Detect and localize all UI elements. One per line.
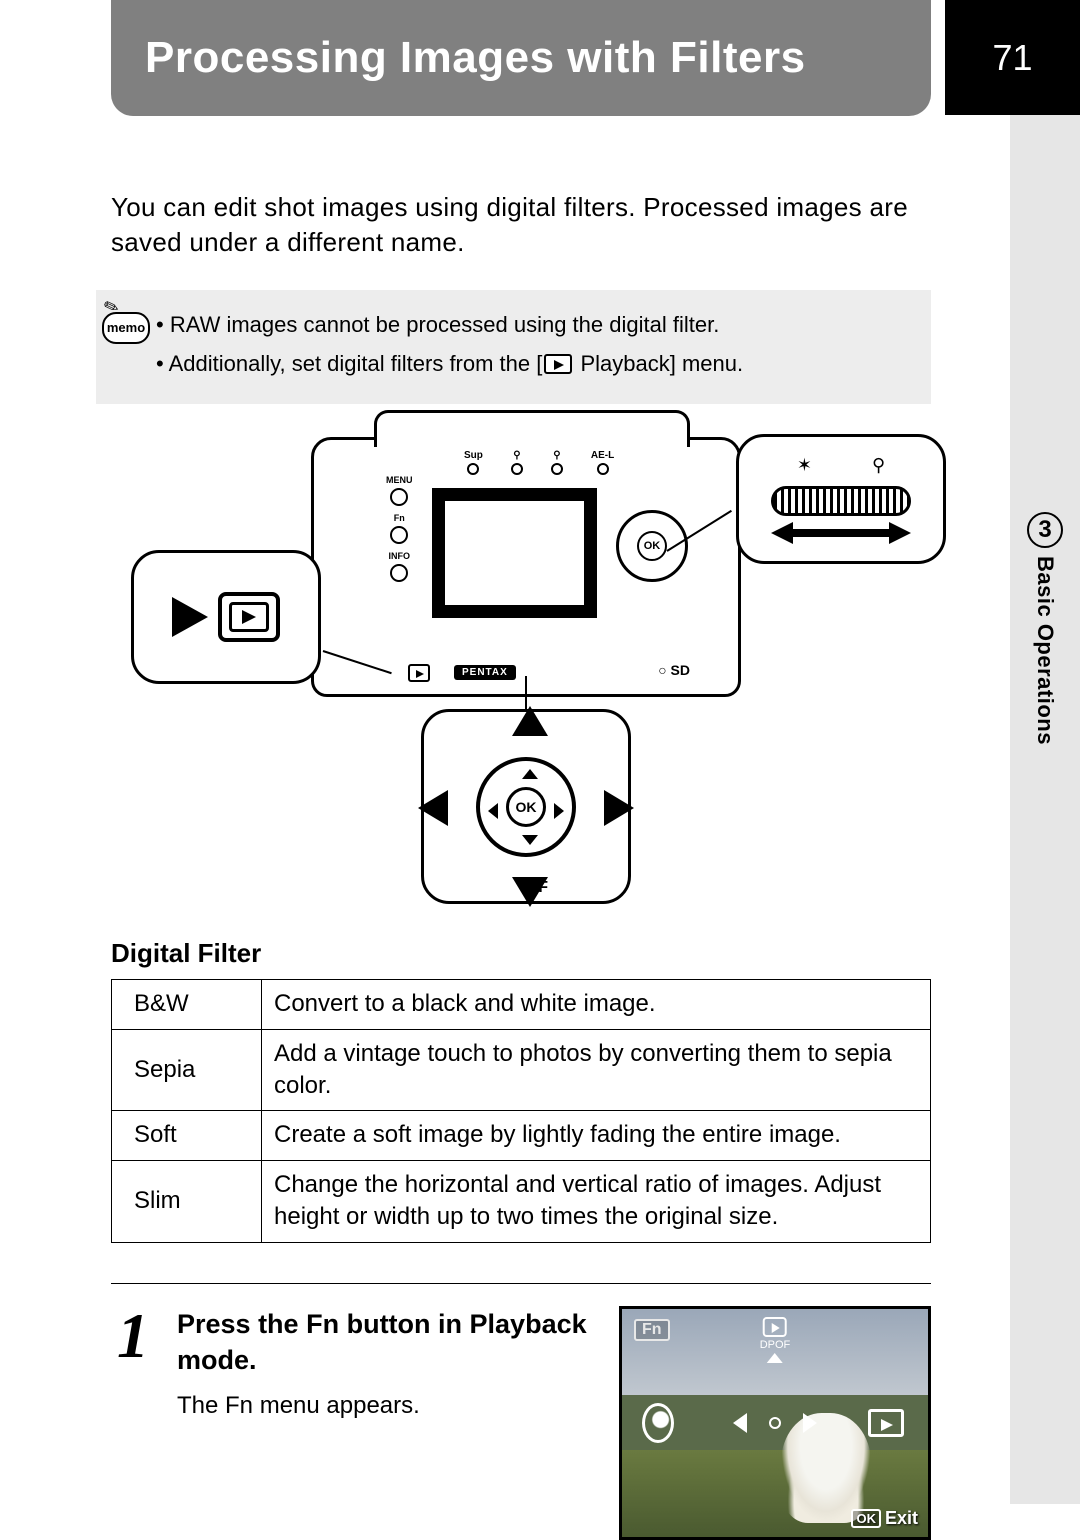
arrow-right-icon — [172, 597, 208, 637]
slideshow-option-icon — [868, 1409, 904, 1437]
e-dial-icon — [771, 486, 911, 516]
table-row: SlimChange the horizontal and vertical r… — [112, 1160, 931, 1242]
ok-button-icon: OK — [506, 787, 546, 827]
table-row: SoftCreate a soft image by lightly fadin… — [112, 1111, 931, 1160]
step-number: 1 — [111, 1310, 155, 1361]
brand-label: PENTAX — [454, 665, 516, 680]
playback-icon — [229, 602, 269, 632]
callout-four-way-controller: OK F — [421, 709, 631, 904]
step-body: The Fn menu appears. — [177, 1392, 597, 1420]
step-1: 1 Press the Fn button in Playback mode. … — [111, 1283, 931, 1540]
table-row: SepiaAdd a vintage touch to photos by co… — [112, 1029, 931, 1111]
star-icon: ✶ — [797, 455, 812, 476]
memo-item: RAW images cannot be processed using the… — [156, 308, 911, 341]
table-row: B&WConvert to a black and white image. — [112, 980, 931, 1029]
digital-filter-table: B&WConvert to a black and white image. S… — [111, 979, 931, 1242]
callout-playback-button — [131, 550, 321, 684]
playback-icon — [544, 354, 572, 374]
chapter-title: Basic Operations — [1032, 556, 1058, 745]
chapter-number-circle: 3 — [1027, 512, 1063, 548]
memo-box: ✎ memo RAW images cannot be processed us… — [96, 290, 931, 404]
camera-body-illustration: Sup ⚲ ⚲ AE-L MENU Fn INFO PENTAX OK SD — [311, 437, 741, 697]
lcd-screenshot: Fn DPOF OKExit — [619, 1306, 931, 1540]
sd-icon: SD — [658, 662, 690, 678]
callout-e-dial: ✶ ⚲ — [736, 434, 946, 564]
page-number: 71 — [945, 0, 1080, 115]
arrow-up-icon — [512, 706, 548, 736]
arrow-left-icon — [418, 790, 448, 826]
memo-icon: ✎ memo — [100, 302, 152, 344]
step-title: Press the Fn button in Playback mode. — [177, 1306, 597, 1379]
double-arrow-icon — [771, 522, 911, 544]
memo-item: Additionally, set digital filters from t… — [156, 347, 911, 380]
playback-button-icon — [408, 664, 430, 682]
chapter-side-tab: 3 Basic Operations — [1024, 512, 1066, 745]
camera-lcd — [432, 488, 597, 618]
exit-hint: OKExit — [851, 1508, 918, 1529]
camera-diagram: Sup ⚲ ⚲ AE-L MENU Fn INFO PENTAX OK SD — [111, 434, 931, 904]
nav-cross-icon — [733, 1413, 817, 1433]
fn-badge: Fn — [634, 1319, 670, 1341]
intro-text: You can edit shot images using digital f… — [111, 190, 931, 260]
table-heading: Digital Filter — [111, 938, 931, 969]
four-way-controller-icon: OK — [616, 510, 688, 582]
page-edge-strip — [1010, 0, 1080, 1504]
magnify-icon: ⚲ — [872, 455, 885, 476]
filter-option-icon — [642, 1403, 674, 1443]
dpof-icon: DPOF — [760, 1317, 791, 1363]
arrow-right-icon — [604, 790, 634, 826]
page-title: Processing Images with Filters — [111, 0, 931, 116]
